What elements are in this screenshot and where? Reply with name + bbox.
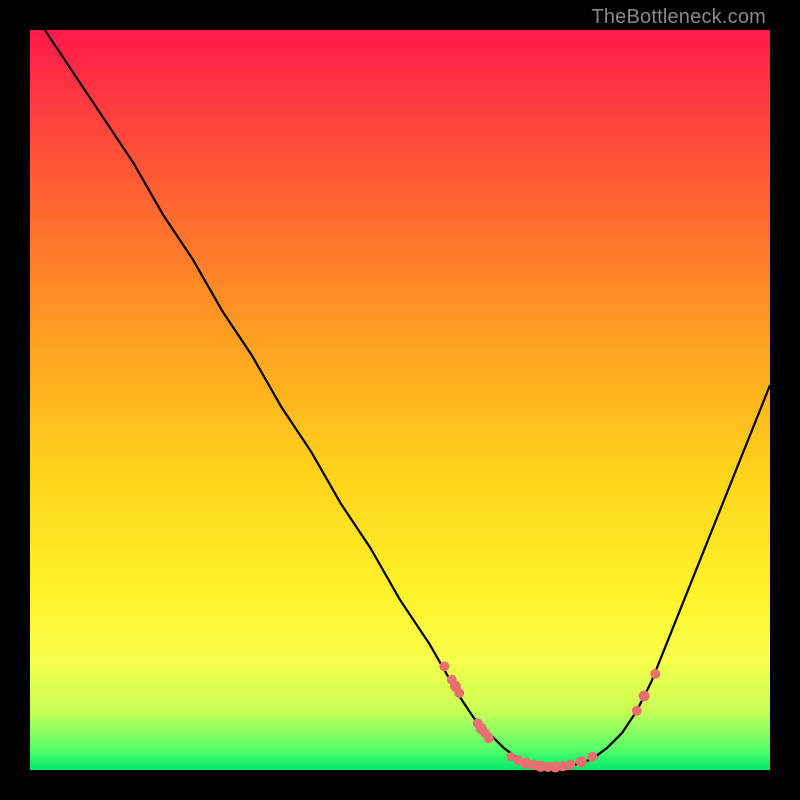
data-marker	[576, 756, 587, 767]
data-marker	[587, 752, 597, 762]
watermark-text: TheBottleneck.com	[591, 6, 766, 29]
data-marker	[565, 760, 575, 770]
bottleneck-curve	[45, 30, 770, 767]
data-marker	[484, 733, 494, 743]
data-marker	[632, 706, 642, 716]
data-marker	[650, 669, 660, 679]
data-marker	[439, 661, 449, 671]
chart-frame: TheBottleneck.com	[0, 0, 800, 800]
data-marker	[639, 691, 650, 702]
data-marker	[454, 688, 464, 698]
chart-svg	[30, 30, 770, 770]
